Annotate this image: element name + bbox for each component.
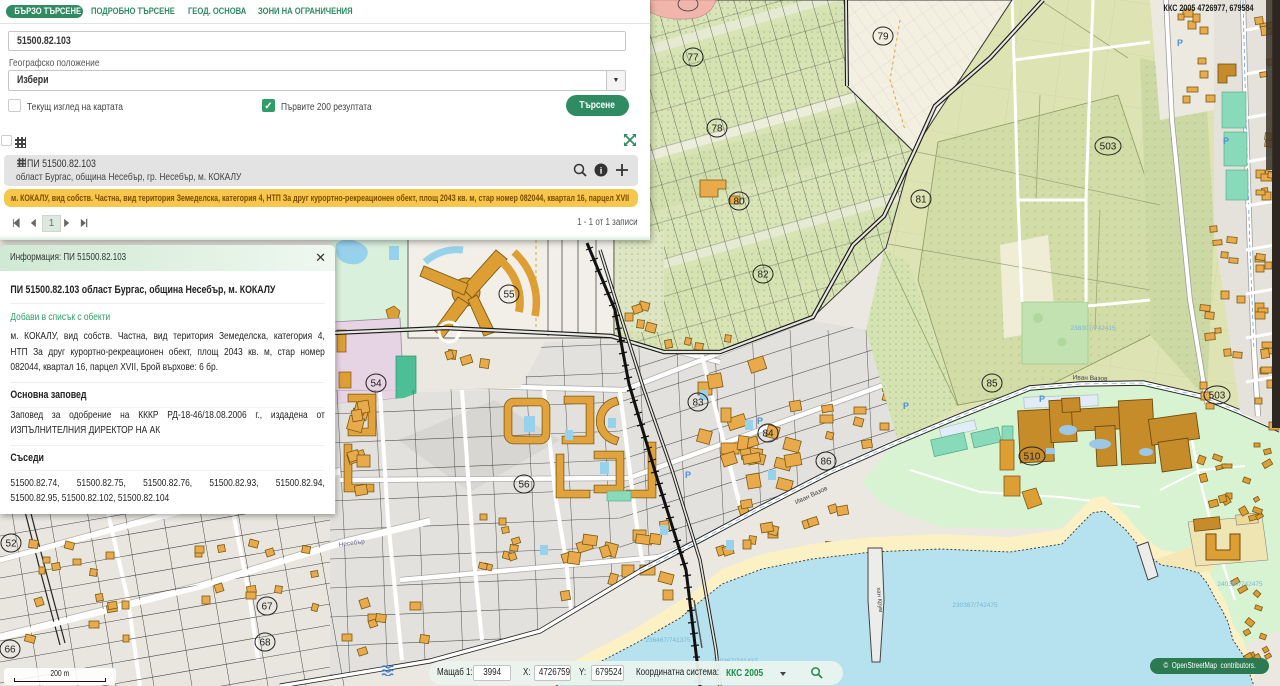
svg-text:236467/741375: 236467/741375 xyxy=(645,637,691,644)
svg-text:238307/742415: 238307/742415 xyxy=(1070,325,1116,332)
svg-text:85: 85 xyxy=(986,379,998,390)
svg-text:82: 82 xyxy=(757,270,769,281)
svg-text:P: P xyxy=(903,401,909,411)
svg-text:P: P xyxy=(757,416,763,426)
svg-text:66: 66 xyxy=(4,645,16,656)
svg-text:79: 79 xyxy=(877,32,889,43)
svg-text:P: P xyxy=(1039,394,1045,404)
svg-text:55: 55 xyxy=(503,290,515,301)
svg-text:240367/742475: 240367/742475 xyxy=(1217,581,1263,588)
svg-text:68: 68 xyxy=(259,638,271,649)
svg-text:503: 503 xyxy=(1100,142,1117,153)
svg-text:P: P xyxy=(1223,136,1229,146)
svg-text:80: 80 xyxy=(733,197,745,208)
svg-text:78: 78 xyxy=(711,124,723,135)
svg-text:84: 84 xyxy=(762,429,774,440)
svg-text:56: 56 xyxy=(518,480,530,491)
svg-text:510: 510 xyxy=(1024,452,1041,463)
svg-text:Иван Вазов: Иван Вазов xyxy=(1072,374,1108,382)
svg-text:P: P xyxy=(685,470,691,480)
svg-text:503: 503 xyxy=(1209,391,1226,402)
svg-text:P: P xyxy=(1177,38,1183,48)
svg-text:83: 83 xyxy=(692,398,704,409)
svg-text:52: 52 xyxy=(5,539,17,550)
svg-text:54: 54 xyxy=(370,379,382,390)
svg-text:67: 67 xyxy=(261,602,273,613)
svg-text:77: 77 xyxy=(687,53,699,64)
svg-text:81: 81 xyxy=(915,195,927,206)
svg-text:86: 86 xyxy=(820,457,832,468)
svg-text:230367/742475: 230367/742475 xyxy=(952,602,998,609)
